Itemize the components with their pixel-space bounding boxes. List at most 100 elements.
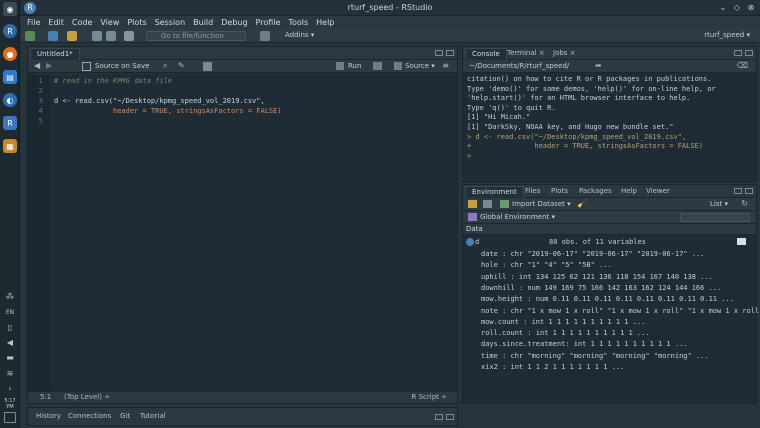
menu-help[interactable]: Help [316,18,334,27]
console-line: > d <- read.csv("~/Desktop/kpmg_speed_vo… [467,132,687,141]
clipboard-icon[interactable]: ▯ [4,323,16,333]
back-arrow-icon[interactable]: ◀ [34,61,40,70]
pane-minimize-icon[interactable] [734,50,742,56]
menu-plots[interactable]: Plots [127,18,146,27]
editor-toolbar: ◀ ▶ Source on Save ⌕ ✎ Run Source ▾ ≡ [28,60,457,73]
network-icon[interactable]: ⁂ [4,292,16,302]
git-icon[interactable] [260,31,270,41]
menu-edit[interactable]: Edit [48,18,64,27]
expand-variable-icon[interactable] [466,238,474,246]
new-project-icon[interactable] [48,31,58,41]
menu-file[interactable]: File [27,18,40,27]
import-dataset-icon[interactable] [500,200,509,208]
pane-minimize-icon[interactable] [435,50,443,56]
minimize-icon[interactable]: ⌄ [718,3,728,13]
pane-maximize-icon[interactable] [745,188,753,194]
close-icon[interactable]: ⊗ [746,3,756,13]
source-button[interactable]: Source ▾ [405,62,435,70]
editor-status-bar: 5:1 (Top Level) ÷ R Script ÷ [28,391,457,403]
working-directory[interactable]: ~/Documents/R/rturf_speed/ [469,62,569,70]
save-workspace-icon[interactable] [483,200,492,208]
pane-minimize-icon[interactable] [734,188,742,194]
data-section-header: Data [463,224,756,235]
broom-icon[interactable]: 🧹 [577,199,587,208]
tab-untitled1[interactable]: Untitled1* [30,48,80,60]
run-icon[interactable] [336,62,344,70]
addins-button[interactable]: Addins ▾ [285,31,314,39]
document-icon[interactable]: ▤ [3,70,17,84]
console-line: Type 'q()' to quit R. [467,103,556,112]
pane-maximize-icon[interactable] [745,50,753,56]
tab-environment[interactable]: Environment [465,186,524,198]
volume-icon[interactable]: ◀ [4,338,16,348]
pane-minimize-icon[interactable] [435,414,443,420]
go-to-directory-icon[interactable]: ➦ [595,61,602,70]
menu-code[interactable]: Code [72,18,92,27]
source-icon[interactable] [394,62,402,70]
console-output[interactable]: citation() on how to cite R or R package… [463,73,756,181]
variable-name[interactable]: d [475,238,479,246]
tab-help[interactable]: Help [615,186,643,198]
open-file-icon[interactable] [67,31,77,41]
github-icon[interactable]: ◐ [3,93,17,107]
tab-packages[interactable]: Packages [573,186,618,198]
language-indicator[interactable]: EN [4,308,16,318]
tab-jobs[interactable]: Jobs × [547,48,582,60]
load-workspace-icon[interactable] [468,200,477,208]
firefox-icon[interactable]: ● [3,47,17,61]
print-icon[interactable] [124,31,134,41]
save-icon[interactable] [92,31,102,41]
environment-search-input[interactable] [680,213,750,222]
variable-column-row: roll.count : int 1 1 1 1 1 1 1 1 1 1 ... [481,329,650,338]
new-file-icon[interactable] [25,31,35,41]
menu-profile[interactable]: Profile [256,18,281,27]
search-icon[interactable]: ⌕ [163,61,167,71]
expand-arrow-icon[interactable]: › [4,384,16,394]
battery-icon[interactable]: ▬ [4,353,16,363]
save-all-icon[interactable] [106,31,116,41]
menu-tools[interactable]: Tools [288,18,308,27]
menu-bar: File Edit Code View Plots Session Build … [20,16,760,29]
run-button[interactable]: Run [348,62,361,70]
refresh-icon[interactable]: ↻ [741,199,748,208]
list-view-button[interactable]: List ▾ [710,200,728,208]
file-type-indicator[interactable]: R Script ÷ [412,392,447,403]
code-area[interactable]: 1 2 3 4 5 # read in the KPMG data file d… [28,75,457,391]
tab-connections[interactable]: Connections [62,411,117,423]
menu-view[interactable]: View [100,18,119,27]
files-icon[interactable]: ▦ [3,139,17,153]
tab-viewer[interactable]: Viewer [640,186,676,198]
pane-maximize-icon[interactable] [446,414,454,420]
tab-plots[interactable]: Plots [545,186,574,198]
import-dataset-button[interactable]: Import Dataset ▾ [512,200,571,208]
view-table-icon[interactable] [737,238,746,245]
source-on-save-checkbox[interactable] [82,62,91,71]
rerun-icon[interactable] [373,62,382,70]
forward-arrow-icon[interactable]: ▶ [46,61,52,70]
clear-console-icon[interactable]: ⌫ [737,61,748,70]
r-logo-icon[interactable]: R [3,24,17,38]
variable-column-row: mow.height : num 0.11 0.11 0.11 0.11 0.1… [481,295,734,304]
project-menu[interactable]: rturf_speed ▾ [704,31,750,39]
code-tools-icon[interactable]: ✎ [178,61,185,70]
scope-indicator[interactable]: (Top Level) ÷ [64,392,110,403]
menu-session[interactable]: Session [155,18,186,27]
tab-terminal[interactable]: Terminal × [501,48,551,60]
show-desktop-icon[interactable] [4,412,16,423]
apps-menu-icon[interactable]: ◉ [3,2,17,16]
compile-report-icon[interactable] [203,62,212,71]
menu-build[interactable]: Build [193,18,213,27]
tab-tutorial[interactable]: Tutorial [134,411,172,423]
console-prompt[interactable]: > [467,152,752,162]
rstudio-icon[interactable]: R [3,116,17,130]
tab-git[interactable]: Git [114,411,136,423]
global-environment-dropdown[interactable]: Global Environment ▾ [480,213,555,221]
wifi-icon[interactable]: ≋ [4,369,16,379]
tab-files[interactable]: Files [519,186,546,198]
maximize-icon[interactable]: ◇ [732,3,742,13]
outline-icon[interactable]: ≡ [442,61,449,70]
goto-file-input[interactable]: Go to file/function [146,31,246,41]
pane-maximize-icon[interactable] [446,50,454,56]
line-number: 2 [38,87,43,95]
menu-debug[interactable]: Debug [221,18,247,27]
